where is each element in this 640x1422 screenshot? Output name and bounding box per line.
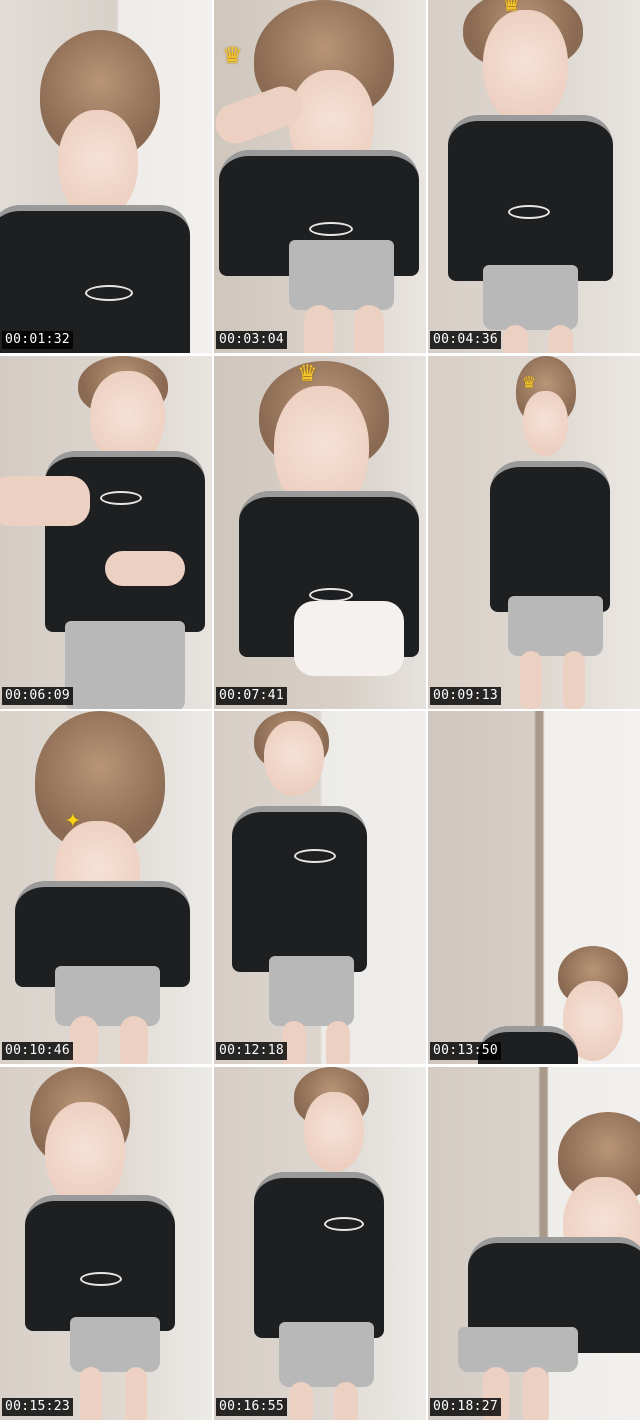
sparkle-effect-icon: ✦ [65, 804, 81, 834]
video-thumbnail[interactable]: 00:12:18 [214, 711, 426, 1064]
crown-effect-icon: ♛ [523, 368, 536, 393]
crown-effect-icon: ♛ [224, 37, 241, 70]
person-figure [214, 711, 426, 1064]
timestamp-label: 00:15:23 [2, 1397, 74, 1416]
video-thumbnail[interactable]: ✦ 00:10:46 [0, 711, 212, 1064]
timestamp-label: 00:03:04 [216, 331, 288, 349]
timestamp-label: 00:12:18 [216, 1042, 288, 1060]
person-figure [428, 355, 640, 709]
person-figure [428, 1067, 640, 1420]
person-figure [0, 711, 212, 1064]
timestamp-label: 00:13:50 [430, 1042, 502, 1060]
crown-effect-icon: ♛ [503, 0, 520, 18]
video-thumbnail[interactable]: 00:15:23 [0, 1066, 212, 1420]
timestamp-label: 00:10:46 [2, 1042, 74, 1060]
crown-effect-icon: ♛ [299, 355, 316, 388]
person-figure [428, 711, 640, 1064]
video-thumbnail[interactable]: 00:13:50 [428, 711, 640, 1064]
timestamp-label: 00:09:13 [430, 686, 502, 705]
person-figure [0, 0, 212, 353]
video-thumbnail[interactable]: ♛ 00:09:13 [428, 355, 640, 709]
video-thumbnail[interactable]: ♛ 00:03:04 [214, 0, 426, 353]
person-figure [214, 1066, 426, 1420]
timestamp-label: 00:04:36 [430, 331, 502, 349]
thumbnail-grid: 00:01:32 ♛ 00:03:04 ♛ 00:04:36 00:06:09 … [0, 0, 640, 1422]
video-thumbnail[interactable]: ♛ 00:07:41 [214, 355, 426, 709]
timestamp-label: 00:06:09 [2, 686, 74, 705]
video-thumbnail[interactable]: 00:18:27 [428, 1066, 640, 1420]
timestamp-label: 00:18:27 [430, 1397, 502, 1416]
video-thumbnail[interactable]: 00:01:32 [0, 0, 212, 353]
timestamp-label: 00:01:32 [2, 331, 74, 349]
person-figure [214, 0, 426, 353]
person-figure [428, 0, 640, 353]
video-thumbnail[interactable]: ♛ 00:04:36 [428, 0, 640, 353]
timestamp-label: 00:16:55 [216, 1397, 288, 1416]
person-figure [0, 1066, 212, 1420]
person-figure [0, 355, 212, 709]
person-figure [214, 356, 426, 709]
video-thumbnail[interactable]: 00:16:55 [214, 1066, 426, 1420]
timestamp-label: 00:07:41 [216, 686, 288, 705]
video-thumbnail[interactable]: 00:06:09 [0, 355, 212, 709]
